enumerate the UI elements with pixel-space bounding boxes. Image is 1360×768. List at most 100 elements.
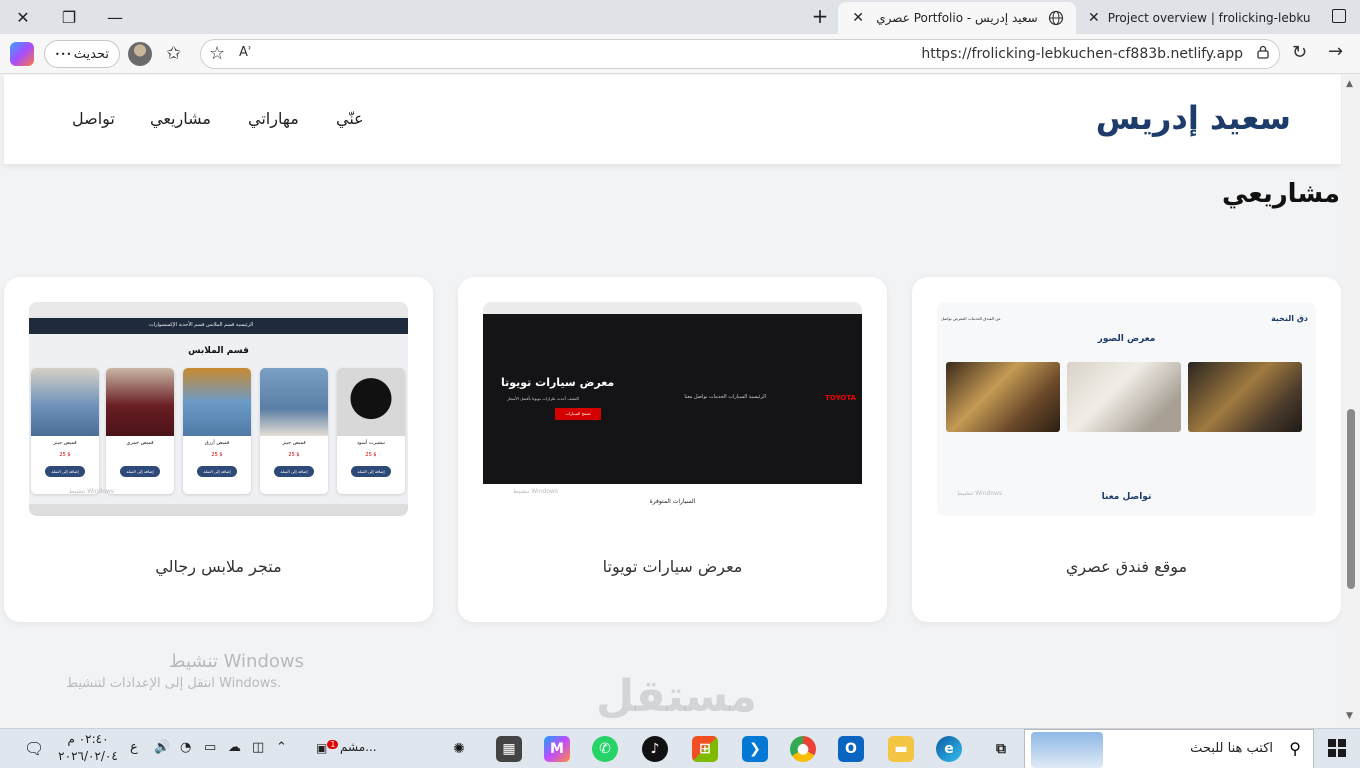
thumb-watermark: تنشيط Windows bbox=[69, 488, 115, 495]
project-card-clothing[interactable]: الرئيسية قسم الملابس قسم الأحذية الإكسسو… bbox=[4, 277, 433, 622]
nav-link-contact[interactable]: تواصل bbox=[72, 109, 115, 128]
vscode-icon[interactable]: ❯ bbox=[742, 736, 768, 762]
page-viewport: سعيد إدريس عنّي مهاراتي مشاريعي تواصل مش… bbox=[0, 75, 1360, 725]
product-image bbox=[337, 368, 405, 436]
thumb-hero: TOYOTA الرئيسية السيارات الخدمات تواصل م… bbox=[483, 314, 862, 484]
tab-project-overview[interactable]: ✕ Project overview | frolicking-lebku bbox=[1078, 2, 1318, 34]
project-caption: موقع فندق عصري bbox=[1065, 557, 1188, 576]
product-button: إضافة إلى السلة bbox=[197, 466, 237, 477]
store-icon[interactable]: ⊞ bbox=[692, 736, 718, 762]
forward-icon[interactable]: → bbox=[1328, 41, 1343, 62]
project-card-toyota[interactable]: TOYOTA الرئيسية السيارات الخدمات تواصل م… bbox=[458, 277, 887, 622]
nav-link-projects[interactable]: مشاريعي bbox=[150, 109, 211, 128]
show-hidden-icon[interactable]: ⌃ bbox=[276, 740, 287, 755]
activation-subtitle: انتقل إلى الإعدادات لتنشيط Windows. bbox=[66, 676, 282, 691]
taskbar-clock[interactable]: ٠٢:٤٠ م ٢٠٢٦/٠٢/٠٤ bbox=[58, 731, 118, 765]
onedrive-icon[interactable]: ☁ bbox=[228, 740, 241, 755]
language-indicator[interactable]: ع bbox=[130, 740, 138, 755]
meet-icon[interactable]: ◫ bbox=[252, 740, 264, 755]
volume-icon[interactable]: 🔊 bbox=[154, 740, 170, 755]
site-logo[interactable]: سعيد إدريس bbox=[1096, 99, 1291, 137]
page-scrollbar[interactable]: ▲ ▼ bbox=[1342, 75, 1360, 725]
project-card-hotel[interactable]: دق النخبة عن الفندق الخدمات المعرض تواصل… bbox=[912, 277, 1341, 622]
project-thumbnail: الرئيسية قسم الملابس قسم الأحذية الإكسسو… bbox=[29, 302, 408, 516]
product-name: قميص جينز bbox=[53, 440, 77, 446]
thumb-watermark: تنشيط Windows bbox=[513, 488, 559, 495]
tab-title: سعيد إدريس - Portfolio عصري bbox=[876, 11, 1038, 25]
read-aloud-icon[interactable]: Aʾ bbox=[239, 45, 252, 60]
badge-count: 1 bbox=[327, 740, 339, 749]
whatsapp-icon[interactable]: ✆ bbox=[592, 736, 618, 762]
thumb-brand: دق النخبة bbox=[1271, 314, 1308, 323]
chrome-icon[interactable]: ● bbox=[790, 736, 816, 762]
add-favorite-icon[interactable]: ☆ bbox=[209, 43, 225, 64]
profile-avatar[interactable] bbox=[128, 42, 152, 66]
search-placeholder: اكتب هنا للبحث bbox=[1190, 741, 1273, 756]
copilot-icon[interactable] bbox=[10, 42, 34, 66]
close-window-icon[interactable]: ✕ bbox=[0, 0, 46, 34]
section-title: مشاريعي bbox=[1221, 179, 1340, 209]
microsoft365-icon[interactable]: M bbox=[544, 736, 570, 762]
product-card: قميص أزرق 25 $ إضافة إلى السلة bbox=[183, 368, 251, 494]
scrollbar-thumb[interactable] bbox=[1347, 409, 1355, 589]
tiktok-icon[interactable]: ♪ bbox=[642, 736, 668, 762]
thumb-cta: تصفح السيارات bbox=[555, 408, 601, 420]
product-card: قميص خمري إضافة إلى السلة bbox=[106, 368, 174, 494]
notification-icon[interactable]: 🗨 bbox=[24, 739, 44, 758]
search-icon: ⚲ bbox=[1289, 739, 1301, 758]
project-thumbnail: TOYOTA الرئيسية السيارات الخدمات تواصل م… bbox=[483, 302, 862, 516]
taskbar-search[interactable]: اكتب هنا للبحث ⚲ bbox=[1024, 729, 1314, 768]
task-view-icon[interactable]: ⧉ bbox=[988, 736, 1014, 762]
product-price: 25 $ bbox=[288, 452, 300, 458]
more-icon: ••• bbox=[55, 49, 73, 59]
edge-icon[interactable]: e bbox=[936, 736, 962, 762]
thumb-contact-title: تواصل معنا bbox=[1101, 492, 1152, 502]
refresh-icon[interactable]: ↻ bbox=[1292, 42, 1307, 63]
product-button: إضافة إلى السلة bbox=[120, 466, 160, 477]
thumb-hero-sub: اكتشف أحدث طرازات تويوتا بأفضل الأسعار bbox=[507, 396, 580, 401]
restore-window-icon[interactable]: ❐ bbox=[46, 0, 92, 34]
project-caption: متجر ملابس رجالي bbox=[155, 557, 282, 576]
product-card: قميص جينز 25 $ إضافة إلى السلة bbox=[260, 368, 328, 494]
network-icon[interactable]: ◔ bbox=[180, 740, 191, 755]
browser-tab-bar: ✕ ❐ — + ✕ سعيد إدريس - Portfolio عصري ✕ … bbox=[0, 0, 1360, 34]
nav-link-skills[interactable]: مهاراتي bbox=[248, 109, 299, 128]
product-button: إضافة إلى السلة bbox=[45, 466, 85, 477]
calculator-icon[interactable]: ▦ bbox=[496, 736, 522, 762]
new-tab-button[interactable]: + bbox=[808, 4, 832, 28]
battery-icon[interactable]: ▭ bbox=[204, 740, 216, 755]
close-tab-icon[interactable]: ✕ bbox=[1088, 10, 1100, 26]
tab-actions-icon[interactable] bbox=[1332, 9, 1346, 23]
scroll-up-icon[interactable]: ▲ bbox=[1346, 79, 1353, 89]
clock-date: ٢٠٢٦/٠٢/٠٤ bbox=[58, 749, 118, 763]
product-name: قميص جينز bbox=[282, 440, 306, 446]
scroll-down-icon[interactable]: ▼ bbox=[1346, 711, 1353, 721]
file-explorer-icon[interactable]: ▬ bbox=[888, 736, 914, 762]
windows-start-icon[interactable] bbox=[1328, 739, 1346, 757]
outlook-icon[interactable]: O bbox=[838, 736, 864, 762]
thumb-nav: الرئيسية السيارات الخدمات تواصل معنا bbox=[684, 394, 766, 400]
product-price: 25 $ bbox=[59, 452, 71, 458]
product-card: تيشيرت أسود 25 $ إضافة إلى السلة bbox=[337, 368, 405, 494]
minimize-window-icon[interactable]: — bbox=[92, 0, 138, 34]
favorites-icon[interactable]: ✩ bbox=[166, 43, 181, 64]
product-name: تيشيرت أسود bbox=[356, 440, 386, 446]
address-bar[interactable]: ☆ Aʾ https://frolicking-lebkuchen-cf883b… bbox=[200, 39, 1280, 69]
thumb-browser-bar bbox=[483, 302, 862, 314]
app-with-badge-icon[interactable]: ▣ 1 bbox=[316, 740, 339, 755]
lock-icon[interactable] bbox=[1257, 45, 1269, 63]
taskbar: 🗨 ٠٢:٤٠ م ٢٠٢٦/٠٢/٠٤ ع 🔊 ◔ ▭ ☁ ◫ ⌃ ▣ 1 مش… bbox=[0, 728, 1360, 768]
running-app-label[interactable]: مشم... bbox=[340, 740, 377, 754]
chatgpt-icon[interactable]: ✺ bbox=[446, 736, 472, 762]
thumb-title: قسم الملابس bbox=[188, 346, 249, 356]
close-tab-icon[interactable]: ✕ bbox=[848, 10, 868, 26]
tab-portfolio[interactable]: ✕ سعيد إدريس - Portfolio عصري bbox=[838, 2, 1076, 34]
update-button[interactable]: ••• تحديث bbox=[44, 40, 120, 68]
product-button: إضافة إلى السلة bbox=[274, 466, 314, 477]
mostaql-watermark: مستقل bbox=[596, 671, 757, 722]
product-price: 25 $ bbox=[365, 452, 377, 458]
windows-activation-watermark: تنشيط Windows انتقل إلى الإعدادات لتنشيط… bbox=[66, 651, 304, 691]
url-text[interactable]: https://frolicking-lebkuchen-cf883b.netl… bbox=[921, 46, 1243, 62]
globe-icon bbox=[1046, 9, 1066, 27]
nav-link-about[interactable]: عنّي bbox=[336, 109, 364, 128]
